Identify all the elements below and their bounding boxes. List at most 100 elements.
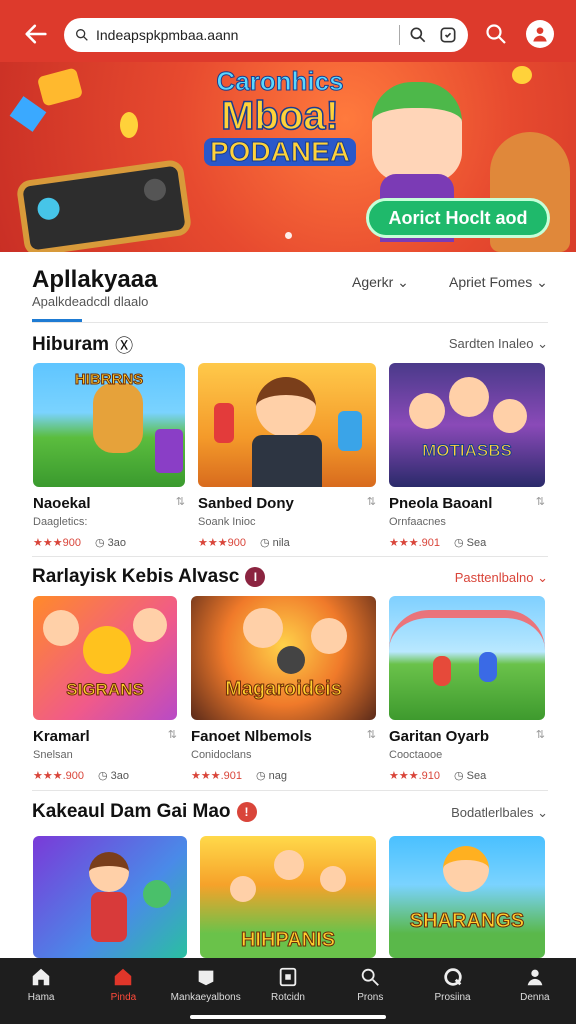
section-see-all-link[interactable]: Pasttenlbalno ⌄ (455, 570, 548, 586)
carousel-dot[interactable] (285, 232, 292, 239)
page-title: Apllakyaaa (32, 266, 158, 293)
filter-dropdown-1[interactable]: Agerkr ⌄ (352, 274, 409, 291)
game-card[interactable]: HIBRRNS Naoekal ⇅ Daagletics: ★★★900 ◷ 3ao (33, 363, 185, 549)
character-body-illustration (91, 892, 127, 942)
game-name: Kramarl (33, 728, 90, 745)
players-count-value: Sea (466, 537, 487, 549)
nav-label: Rotcidn (271, 992, 305, 1003)
game-name: Naoekal (33, 495, 91, 512)
nav-label: Denna (520, 992, 550, 1003)
character-illustration (43, 610, 79, 646)
section-badge-icon: I (245, 567, 266, 587)
thumbnail-title: SHARANGS (409, 910, 525, 933)
game-card[interactable]: Garitan Oyarb ⇅ Cooctaooe ★★★.910 ◷ Sea (389, 596, 545, 782)
profile-icon (533, 27, 547, 42)
character-illustration (256, 377, 316, 437)
download-icon[interactable]: ⇅ (536, 495, 545, 512)
download-icon[interactable]: ⇅ (176, 495, 185, 512)
site-lock-icon (76, 28, 88, 41)
game-card[interactable]: HIHPANIS (200, 836, 376, 958)
chevron-down-icon: ⌄ (537, 805, 548, 820)
section-see-all-link[interactable]: Sardten Inaleo ⌄ (449, 336, 548, 352)
game-thumbnail[interactable] (198, 363, 376, 487)
divider (32, 556, 548, 557)
filter-dropdown-2-label: Apriet Fomes (449, 274, 533, 290)
game-rating: ★★★.901 (191, 770, 242, 782)
character-illustration (493, 399, 527, 433)
thumbnail-title: HIHPANIS (240, 929, 336, 952)
download-icon[interactable]: ⇅ (168, 728, 177, 745)
players-count: ◷ Sea (454, 770, 487, 782)
game-thumbnail[interactable]: HIHPANIS (200, 836, 376, 958)
controller-illustration (338, 411, 362, 451)
filter-dropdown-1-label: Agerkr (352, 274, 394, 290)
download-icon[interactable]: ⇅ (367, 728, 376, 745)
nav-label: Hama (27, 992, 55, 1003)
game-thumbnail[interactable] (33, 836, 187, 958)
players-count: ◷ Sea (454, 537, 487, 549)
thumbnail-title: MOTIASBS (422, 441, 513, 461)
divider (32, 790, 548, 791)
tabs-icon[interactable] (438, 25, 458, 45)
game-thumbnail[interactable]: SHARANGS (389, 836, 545, 958)
players-count: ◷ 3ao (94, 537, 126, 549)
character-illustration (443, 846, 489, 892)
game-category: Daagletics: (33, 516, 88, 528)
players-count: ◷ nag (256, 770, 288, 782)
game-name: Garitan Oyarb (389, 728, 490, 745)
home-indicator[interactable] (190, 1015, 386, 1019)
bomb-illustration (277, 646, 305, 674)
nav-item-pinda[interactable]: Pinda (82, 958, 164, 1024)
nav-label: Prosiina (434, 992, 471, 1003)
game-card[interactable]: Magaroideis Fanoet Nlbemols ⇅ Conidoclans… (191, 596, 376, 782)
page-subtitle: Apalkdeadcdl dlaalo (32, 294, 149, 309)
section-badge-icon: ! (236, 802, 257, 822)
game-thumbnail[interactable]: MOTIASBS (389, 363, 545, 487)
section-title-rarlayisk: Rarlayisk Kebis Alvasc I (32, 566, 266, 588)
players-count-value: nag (268, 770, 288, 782)
game-card[interactable]: SHARANGS (389, 836, 545, 958)
back-arrow-icon[interactable] (22, 20, 50, 48)
see-all-label: Bodatlerlbales (451, 805, 534, 820)
game-card[interactable]: MOTIASBS Pneola Baoanl ⇅ Ornfaacnes ★★★.9… (389, 363, 545, 549)
url-text[interactable]: Indeapspkpmbaa.aann (96, 27, 391, 43)
bear-illustration (93, 383, 143, 453)
character-illustration (133, 608, 167, 642)
nav-label: Pinda (110, 992, 137, 1003)
search-icon[interactable] (408, 25, 428, 45)
nav-item-denna[interactable]: Denna (494, 958, 576, 1024)
character-illustration (230, 876, 256, 902)
profile-avatar[interactable] (526, 20, 554, 48)
banner-title-line1: Caronhics (216, 66, 344, 96)
section-title-text: Rarlayisk Kebis Alvasc (32, 566, 240, 587)
banner-cta-button[interactable]: Aorict Hoclt aod (366, 198, 550, 238)
game-card[interactable]: Sanbed Dony ⇅ Soank Inioc ★★★900 ◷ nila (198, 363, 376, 549)
game-thumbnail[interactable]: SIGRANS (33, 596, 177, 720)
nav-item-home[interactable]: Hama (0, 958, 82, 1024)
character-illustration (311, 618, 347, 654)
character-illustration (372, 82, 462, 182)
game-thumbnail[interactable]: Magaroideis (191, 596, 376, 720)
character-illustration (83, 626, 131, 674)
section-badge-icon: Ⓧ (115, 336, 134, 356)
character-illustration (274, 850, 304, 880)
game-thumbnail[interactable]: HIBRRNS (33, 363, 185, 487)
game-thumbnail[interactable] (389, 596, 545, 720)
nav-item-prosiina[interactable]: Prosiina (411, 958, 493, 1024)
character-illustration (89, 852, 129, 892)
coin-decoration (120, 112, 138, 138)
download-icon[interactable]: ⇅ (367, 495, 376, 512)
character-illustration (479, 652, 497, 682)
address-bar[interactable]: Indeapspkpmbaa.aann (64, 18, 468, 52)
filter-dropdown-2[interactable]: Apriet Fomes ⌄ (449, 274, 548, 291)
game-card[interactable]: SIGRANS Kramarl ⇅ Snelsan ★★★.900 ◷ 3ao (33, 596, 177, 782)
banner-title-line3: PODANEA (203, 137, 356, 166)
phone-illustration (155, 429, 183, 473)
hero-banner[interactable]: Caronhics Mboa! PODANEA Aorict Hoclt aod (0, 62, 576, 252)
download-icon[interactable]: ⇅ (536, 728, 545, 745)
bookmark-icon (198, 970, 214, 986)
game-card[interactable] (33, 836, 187, 958)
thumbnail-title: HIBRRNS (74, 371, 144, 389)
search-icon[interactable] (484, 22, 508, 46)
section-see-all-link[interactable]: Bodatlerlbales ⌄ (451, 805, 548, 821)
